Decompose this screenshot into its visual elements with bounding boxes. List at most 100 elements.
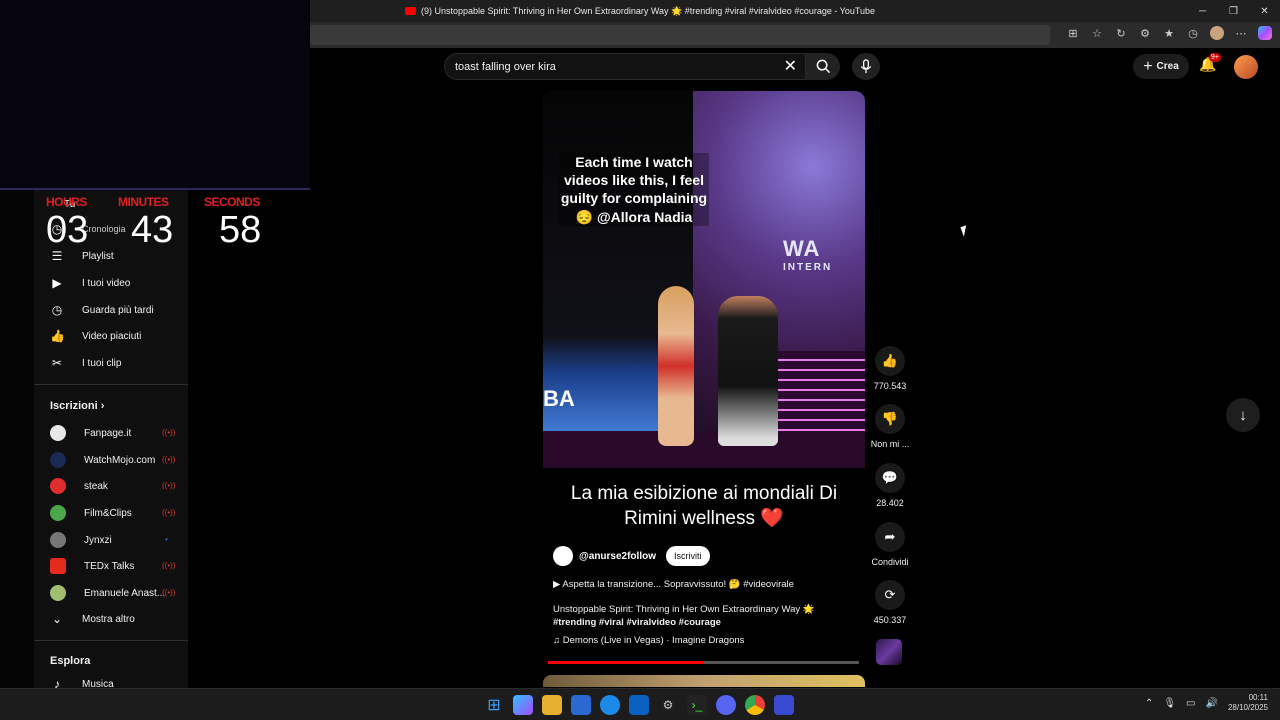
clear-search-icon[interactable]: ✕: [784, 56, 797, 76]
clock-icon: ◷: [51, 303, 63, 317]
sidebar-item-your-clips[interactable]: ✂ I tuoi clip: [50, 353, 122, 373]
channel-row: @anurse2follow Iscriviti: [553, 546, 710, 566]
video-caption: La mia esibizione ai mondiali Di Rimini …: [570, 483, 838, 529]
video-description[interactable]: Unstoppable Spirit: Thriving in Her Own …: [553, 603, 858, 630]
edge-browser-icon[interactable]: [600, 695, 620, 715]
refresh-icon[interactable]: ↻: [1114, 26, 1128, 40]
live-indicator-icon: ((•)): [162, 455, 176, 464]
channel-avatar: [50, 505, 66, 521]
account-avatar[interactable]: [1234, 55, 1258, 79]
next-short-button[interactable]: ↓: [1226, 398, 1260, 432]
voice-search-button[interactable]: [852, 53, 880, 80]
app-available-icon[interactable]: ⊞: [1066, 26, 1080, 40]
performer-figure: [658, 286, 694, 446]
create-label: Crea: [1156, 61, 1179, 72]
subscription-label: Film&Clips: [84, 507, 132, 519]
sidebar-item-liked-videos[interactable]: 👍 Video piaciuti: [50, 326, 141, 346]
share-action[interactable]: ➦ Condividi: [868, 522, 912, 567]
system-tray: ⌃ 🎙 ▭ 🔊 00:11 28/10/2025: [1145, 693, 1268, 714]
create-button[interactable]: + Crea: [1133, 54, 1189, 79]
search-button[interactable]: [806, 53, 840, 80]
profile-avatar-icon[interactable]: [1210, 26, 1224, 40]
live-indicator-icon: ((•)): [162, 508, 176, 517]
notifications-button[interactable]: 🔔 9+: [1199, 53, 1221, 76]
app-icon[interactable]: [774, 695, 794, 715]
more-menu-icon[interactable]: ⋯: [1234, 26, 1248, 40]
search-input[interactable]: toast falling over kira ✕: [444, 53, 806, 80]
favorites-icon[interactable]: ★: [1162, 26, 1176, 40]
microphone-tray-icon[interactable]: 🎙: [1163, 698, 1176, 709]
comment-icon[interactable]: 💬: [875, 463, 905, 493]
sidebar-item-watch-later[interactable]: ◷ Guarda più tardi: [50, 300, 154, 320]
video-progress-bar[interactable]: [548, 661, 859, 664]
clock-time: 00:11: [1248, 693, 1268, 702]
chevron-up-icon[interactable]: ⌃: [1145, 698, 1153, 709]
timer-hours: HOURS 03: [46, 195, 88, 249]
terminal-icon[interactable]: ›_: [687, 695, 707, 715]
share-icon[interactable]: ➦: [875, 522, 905, 552]
description-hashtags[interactable]: #trending #viral #viralvideo #courage: [553, 617, 721, 628]
thumbs-down-icon[interactable]: 👎: [875, 404, 905, 434]
short-video-player[interactable]: WA INTERN BA Each time I watch videos lik…: [543, 91, 865, 468]
subscription-item[interactable]: Emanuele Anast...: [50, 583, 165, 603]
address-bar[interactable]: [310, 25, 1050, 45]
remix-icon[interactable]: ⟳: [875, 580, 905, 610]
copilot-icon[interactable]: [1258, 26, 1272, 40]
settings-app-icon[interactable]: ⚙: [658, 695, 678, 715]
copilot-app-icon[interactable]: [513, 695, 533, 715]
sidebar-item-your-videos[interactable]: ▶ I tuoi video: [50, 273, 130, 293]
minutes-value: 43: [131, 209, 174, 251]
system-clock[interactable]: 00:11 28/10/2025: [1228, 693, 1268, 714]
history-icon[interactable]: ◷: [1186, 26, 1200, 40]
music-credit[interactable]: ♫ Demons (Live in Vegas) · Imagine Drago…: [553, 635, 744, 646]
channel-avatar: [50, 532, 66, 548]
discord-icon[interactable]: [716, 695, 736, 715]
audio-track-thumbnail[interactable]: [876, 639, 902, 665]
subscription-item[interactable]: Fanpage.it: [50, 423, 131, 443]
next-short-preview[interactable]: [543, 675, 865, 687]
browser-toolbar-icons: ⊞ ☆ ↻ ⚙ ★ ◷ ⋯: [1066, 26, 1272, 40]
seconds-value: 58: [219, 209, 262, 251]
thumbs-up-icon[interactable]: 👍: [875, 346, 905, 376]
subscription-item[interactable]: Jynxzi: [50, 530, 112, 550]
notifications-badge: 9+: [1209, 53, 1221, 62]
file-explorer-icon[interactable]: [542, 695, 562, 715]
close-window-button[interactable]: ✕: [1249, 0, 1280, 22]
subscribe-button[interactable]: Iscriviti: [666, 546, 710, 566]
store-icon[interactable]: [571, 695, 591, 715]
channel-avatar: [50, 452, 66, 468]
volume-icon[interactable]: 🔊: [1206, 698, 1218, 709]
remix-action[interactable]: ⟳ 450.337: [868, 580, 912, 625]
subscription-item[interactable]: Film&Clips: [50, 503, 132, 523]
restore-button[interactable]: ❐: [1218, 0, 1249, 22]
channel-avatar[interactable]: [553, 546, 573, 566]
linked-video-text[interactable]: ▶ Aspetta la transizione... Sopravvissut…: [553, 579, 794, 590]
search-query: toast falling over kira: [455, 61, 556, 73]
subscription-label: Fanpage.it: [84, 427, 132, 439]
like-count: 770.543: [873, 381, 907, 391]
youtube-logo-icon: [404, 7, 416, 15]
chrome-icon[interactable]: [745, 695, 765, 715]
dislike-action[interactable]: 👎 Non mi ...: [868, 404, 912, 449]
outlook-icon[interactable]: [629, 695, 649, 715]
chevron-right-icon: ›: [100, 400, 105, 412]
show-more-button[interactable]: ⌄ Mostra altro: [50, 609, 135, 629]
comment-count: 28.402: [876, 498, 904, 508]
browser-toolbar: ⊞ ☆ ↻ ⚙ ★ ◷ ⋯: [310, 22, 1280, 48]
channel-name[interactable]: @anurse2follow: [579, 551, 656, 562]
subscriptions-header[interactable]: Iscrizioni ›: [50, 400, 104, 412]
windows-start-icon[interactable]: ⊞: [484, 695, 504, 715]
like-action[interactable]: 👍 770.543: [868, 346, 912, 391]
subscriptions-title: Iscrizioni: [50, 400, 98, 412]
window-title: (9) Unstoppable Spirit: Thriving in Her …: [420, 5, 876, 16]
minimize-button[interactable]: ─: [1187, 0, 1218, 22]
extensions-icon[interactable]: ⚙: [1138, 26, 1152, 40]
subscription-item[interactable]: TEDx Talks: [50, 556, 134, 576]
comments-action[interactable]: 💬 28.402: [868, 463, 912, 508]
display-icon[interactable]: ▭: [1186, 698, 1195, 709]
favorite-star-icon[interactable]: ☆: [1090, 26, 1104, 40]
subscription-item[interactable]: steak: [50, 476, 108, 496]
subscription-label: Jynxzi: [84, 534, 112, 546]
live-indicator-icon: ((•)): [162, 561, 176, 570]
subscription-item[interactable]: WatchMojo.com: [50, 450, 155, 470]
